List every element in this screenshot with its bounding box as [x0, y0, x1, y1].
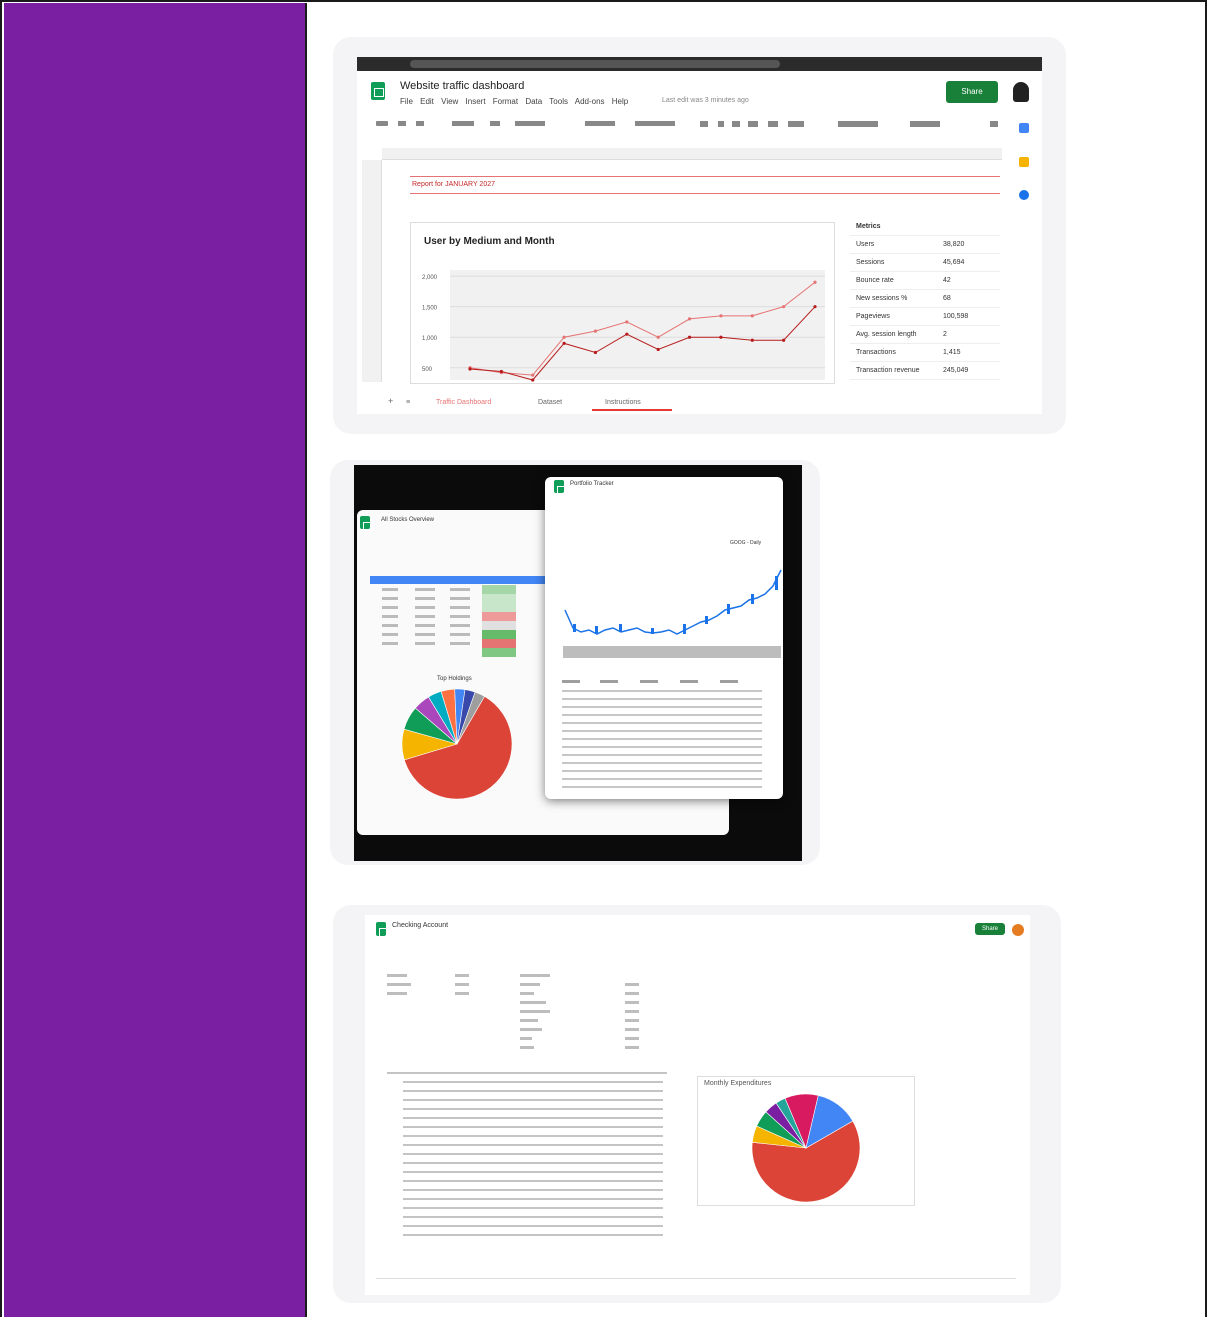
- data-point: [593, 350, 598, 355]
- metric-key: Bounce rate: [856, 277, 894, 284]
- purple-sidebar: [4, 3, 307, 1317]
- metric-row: Pageviews 100,598: [850, 308, 1000, 326]
- data-point: [656, 335, 660, 339]
- holdings-table-header: [370, 576, 546, 584]
- address-bar: [410, 60, 780, 68]
- data-point: [468, 367, 472, 371]
- tab-instructions: Instructions: [605, 399, 641, 406]
- menu-bar: File Edit View Insert Format Data Tools …: [400, 97, 629, 106]
- tab-traffic-dashboard: Traffic Dashboard: [436, 399, 492, 406]
- metric-value: 38,820: [943, 241, 965, 248]
- metric-row: Users 38,820: [850, 236, 1000, 254]
- data-point: [782, 338, 786, 342]
- report-label: Report for JANUARY 2027: [412, 181, 496, 188]
- tab-dataset: Dataset: [538, 399, 563, 406]
- metric-value: 68: [943, 295, 951, 302]
- y-tick-label: 500: [422, 367, 433, 373]
- y-tick-label: 1,000: [422, 336, 438, 342]
- data-point: [813, 305, 817, 309]
- data-point: [687, 317, 692, 321]
- chart-title: User by Medium and Month: [424, 236, 555, 247]
- transactions-table: [387, 974, 667, 1236]
- metric-key: New sessions %: [856, 295, 908, 302]
- metric-key: Transaction revenue: [856, 367, 920, 374]
- data-point: [531, 378, 535, 382]
- metric-value: 45,694: [943, 259, 965, 266]
- avatar: [1013, 82, 1029, 102]
- metric-row: Transactions 1,415: [850, 344, 1000, 362]
- front-doc-title: Portfolio Tracker: [570, 481, 614, 487]
- data-point: [719, 314, 723, 318]
- share-button: Share: [946, 81, 998, 103]
- all-sheets-icon: ≡: [406, 399, 411, 406]
- sheets-logo-icon: [360, 516, 373, 531]
- holdings-table: [382, 585, 516, 657]
- metric-row: Transaction revenue 245,049: [850, 362, 1000, 380]
- data-point: [750, 314, 754, 318]
- line-chart: 2,000 1,500 1,000 500: [422, 270, 825, 382]
- keep-icon: [1019, 157, 1029, 167]
- data-point: [562, 341, 566, 345]
- pie-title: Top Holdings: [437, 676, 472, 682]
- active-tab-indicator: [592, 409, 672, 411]
- metric-value: 245,049: [943, 367, 969, 374]
- doc-title: Checking Account: [392, 922, 449, 929]
- doc-title: Website traffic dashboard: [400, 80, 525, 92]
- metric-key: Users: [856, 241, 875, 248]
- sheets-logo-icon: [376, 922, 389, 937]
- data-point: [531, 373, 535, 377]
- expenditures-pie-chart: [751, 1093, 861, 1203]
- sheet-tabs: + ≡ Traffic Dashboard Dataset Instructio…: [380, 396, 1000, 411]
- data-point: [625, 320, 629, 324]
- back-doc-title: All Stocks Overview: [381, 517, 435, 523]
- metric-value: 2: [943, 331, 947, 338]
- data-point: [625, 332, 629, 336]
- sheets-logo-icon: [554, 480, 567, 495]
- tasks-icon: [1019, 190, 1029, 200]
- last-edit-text: Last edit was 3 minutes ago: [662, 97, 749, 104]
- metric-value: 100,598: [943, 313, 969, 320]
- metric-key: Sessions: [856, 259, 885, 266]
- candlestick-chart: [563, 569, 782, 658]
- add-sheet-icon: +: [388, 396, 394, 406]
- stock-chart-label: GOOG - Daily: [730, 540, 762, 546]
- sheets-logo-icon: [371, 82, 385, 100]
- data-point: [719, 335, 723, 339]
- data-point: [782, 305, 786, 309]
- column-headers: [382, 148, 1002, 160]
- calendar-icon: [1019, 123, 1029, 133]
- metric-row: Bounce rate 42: [850, 272, 1000, 290]
- metric-key: Avg. session length: [856, 331, 917, 338]
- toolbar-icons: [376, 121, 998, 127]
- metrics-header: Metrics: [856, 223, 881, 230]
- metric-key: Transactions: [856, 349, 896, 356]
- metric-value: 42: [943, 277, 951, 284]
- data-point: [687, 335, 692, 339]
- metric-value: 1,415: [943, 349, 961, 356]
- data-point: [499, 369, 503, 374]
- data-point: [656, 347, 660, 352]
- data-point: [750, 338, 754, 342]
- data-point: [562, 335, 566, 339]
- row-headers: [362, 160, 382, 382]
- metric-key: Pageviews: [856, 313, 890, 320]
- report-banner: Report for JANUARY 2027: [410, 176, 1000, 194]
- y-tick-label: 1,500: [422, 306, 438, 312]
- sheet-tabs-bar: [376, 1278, 1016, 1290]
- avatar: [1012, 924, 1024, 936]
- chart-title: Monthly Expenditures: [704, 1080, 772, 1087]
- metric-row: Avg. session length 2: [850, 326, 1000, 344]
- holdings-pie-chart: [401, 688, 513, 800]
- price-history-table: [562, 680, 762, 788]
- metrics-table: Metrics Users 38,820 Sessions 45,694 Bounc…: [850, 218, 1000, 380]
- metrics-header-row: Metrics: [850, 218, 1000, 236]
- share-button: Share: [975, 923, 1005, 935]
- data-point: [813, 280, 817, 284]
- data-point: [593, 329, 598, 333]
- y-tick-label: 2,000: [422, 275, 438, 281]
- metric-row: Sessions 45,694: [850, 254, 1000, 272]
- metric-row: New sessions % 68: [850, 290, 1000, 308]
